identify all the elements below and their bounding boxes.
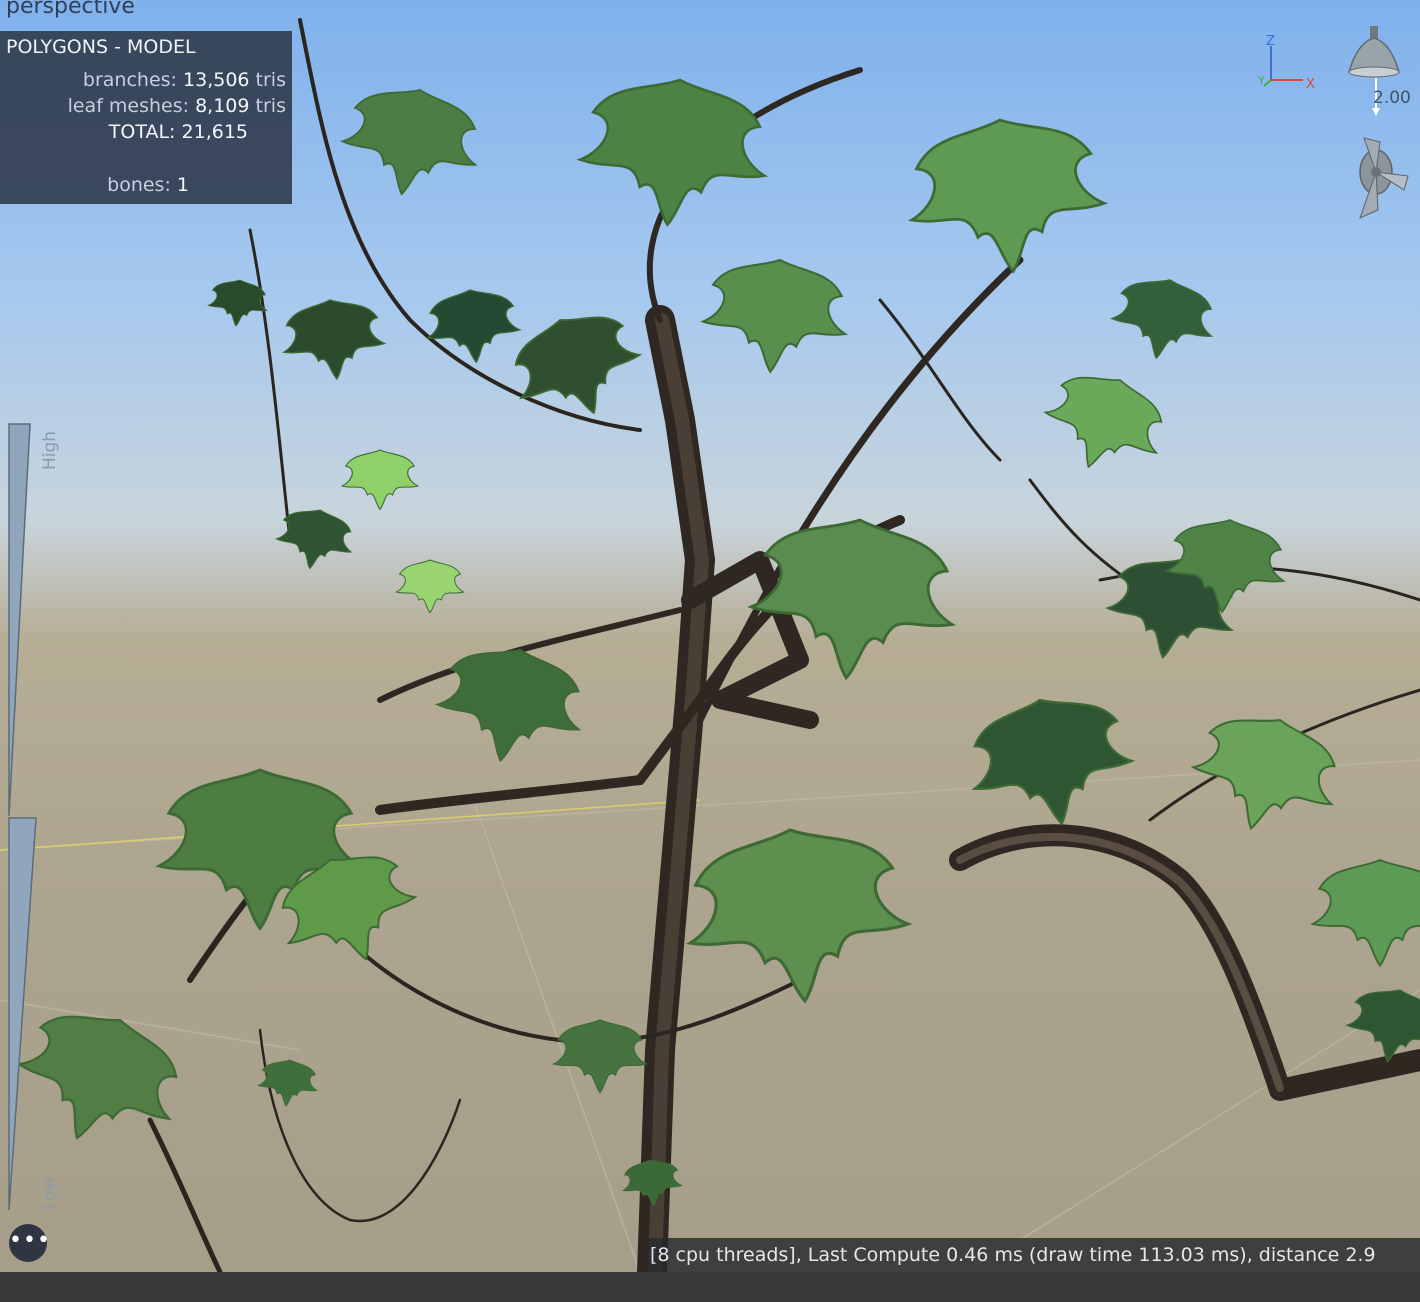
wind-fan-icon[interactable] bbox=[1348, 132, 1413, 224]
stat-leaves-label: leaf meshes: bbox=[67, 95, 190, 117]
lod-slider[interactable] bbox=[8, 420, 40, 1215]
axis-gizmo[interactable]: Z X Y bbox=[1255, 32, 1320, 92]
stats-title: POLYGONS - MODEL bbox=[6, 36, 196, 58]
lod-high-label: High bbox=[40, 430, 60, 470]
more-options-button[interactable]: ••• bbox=[9, 1224, 50, 1262]
stat-total-value: 21,615 bbox=[181, 121, 248, 143]
stat-branches-value: 13,506 bbox=[183, 69, 250, 91]
leaves bbox=[0, 70, 1420, 1210]
axis-z-label: Z bbox=[1266, 34, 1275, 49]
stat-branches-label: branches: bbox=[82, 69, 177, 91]
stat-bones: bones: 1 bbox=[107, 174, 189, 196]
stat-bones-label: bones: bbox=[107, 174, 171, 196]
3d-viewport[interactable]: perspective POLYGONS - MODEL branches: 1… bbox=[0, 0, 1420, 1272]
polygon-stats-panel: POLYGONS - MODEL branches: 13,506 tris l… bbox=[0, 31, 292, 204]
status-bar: [8 cpu threads], Last Compute 0.46 ms (d… bbox=[648, 1238, 1420, 1272]
stat-branches-unit: tris bbox=[255, 69, 286, 91]
axis-x-label: X bbox=[1306, 77, 1315, 92]
bottom-toolbar bbox=[0, 1272, 1420, 1302]
light-intensity-value: 2.00 bbox=[1373, 88, 1411, 108]
stat-total-label: TOTAL: bbox=[108, 121, 176, 143]
stat-leaves-value: 8,109 bbox=[195, 95, 250, 117]
stat-leaf-meshes: leaf meshes: 8,109 tris bbox=[68, 95, 286, 117]
stat-total: TOTAL: 21,615 bbox=[109, 121, 248, 143]
branches bbox=[147, 18, 1420, 1272]
view-mode-label: perspective bbox=[6, 0, 135, 19]
stat-leaves-unit: tris bbox=[255, 95, 286, 117]
stat-branches: branches: 13,506 tris bbox=[83, 69, 286, 91]
stat-bones-value: 1 bbox=[176, 174, 189, 196]
axis-y-label: Y bbox=[1257, 74, 1265, 87]
lod-low-label: Low bbox=[40, 1176, 60, 1210]
